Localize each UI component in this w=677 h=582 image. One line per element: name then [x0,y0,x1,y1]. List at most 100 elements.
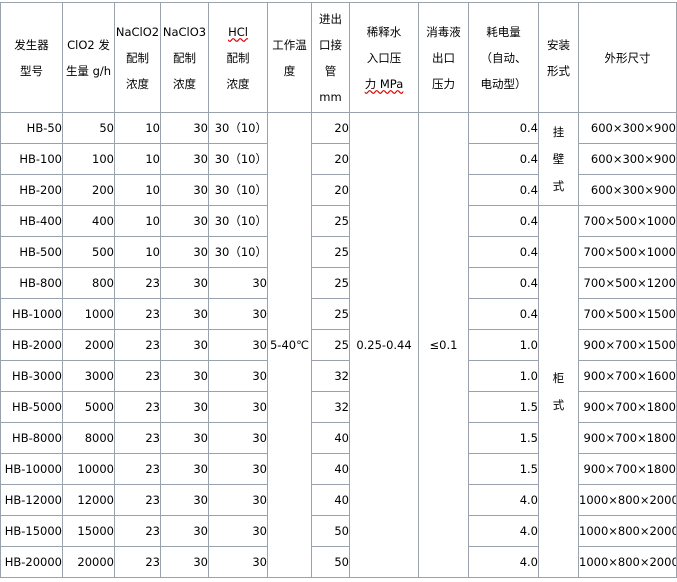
naclo2-cell-value: 10 [145,152,160,166]
inlet-cell: 25 [311,329,350,361]
naclo3-cell-value: 30 [193,462,208,476]
dims-cell-value: 900×700×1800 [583,462,676,476]
power-cell-value: 1.0 [519,338,538,352]
header-dims: 外形尺寸 [578,2,677,113]
dims-cell: 700×500×1000 [578,205,677,237]
install-wall-cell-char: 挂 [552,124,565,139]
naclo2-cell: 23 [114,422,161,454]
naclo3-cell: 30 [160,298,209,330]
inlet-cell: 25 [311,205,350,237]
output-cell: 3000 [62,360,115,392]
hcl-cell-value: 30（10） [214,183,267,197]
inlet-cell-value: 25 [334,214,349,228]
naclo2-cell: 10 [114,174,161,206]
model-cell-value: HB-10000 [4,462,62,476]
dims-cell: 1000×800×2000 [578,546,677,578]
naclo3-cell-value: 30 [193,307,208,321]
power-cell: 1.5 [468,422,539,454]
power-cell: 0.4 [468,205,539,237]
model-cell: HB-8000 [0,422,63,454]
header-power-line: 耗电量 [486,24,521,39]
inlet-cell-value: 50 [334,555,349,569]
hcl-cell: 30 [208,298,268,330]
hcl-cell: 30（10） [208,205,268,237]
model-cell-value: HB-400 [19,214,62,228]
hcl-cell: 30 [208,484,268,516]
power-cell-value: 0.4 [519,183,538,197]
header-output-line: 生量 g/h [65,63,112,78]
inlet-cell: 25 [311,236,350,268]
model-cell: HB-2000 [0,329,63,361]
model-cell-value: HB-12000 [4,493,62,507]
hcl-cell-value: 30 [252,431,267,445]
power-cell-value: 1.5 [519,462,538,476]
water-pressure-cell: 0.25-0.44 [349,112,419,578]
hcl-cell-value: 30 [252,555,267,569]
model-cell-value: HB-5000 [12,400,62,414]
inlet-cell: 40 [311,484,350,516]
output-cell: 20000 [62,546,115,578]
dims-cell-value: 600×300×900 [590,183,676,197]
header-water: 稀释水 入口压 力 MPa [349,2,419,113]
header-disinfect: 消毒液 出口 压力 [418,2,469,113]
model-cell-value: HB-3000 [12,369,62,383]
dims-cell-value: 600×300×900 [590,152,676,166]
hcl-cell: 30（10） [208,143,268,175]
hcl-cell: 30 [208,453,268,485]
header-naclo3-line: 浓度 [173,76,196,91]
dims-cell-value: 700×500×1000 [583,214,676,228]
naclo3-cell: 30 [160,546,209,578]
output-cell-value: 15000 [77,524,114,538]
output-cell: 100 [62,143,115,175]
header-model-line: 型号 [20,63,43,78]
header-install: 安装 形式 [538,2,579,113]
output-cell: 200 [62,174,115,206]
power-cell: 0.4 [468,267,539,299]
naclo2-cell: 23 [114,329,161,361]
install-cabinet-cell: 柜式 [538,205,579,578]
hcl-cell: 30 [208,267,268,299]
hcl-cell: 30 [208,515,268,547]
model-cell: HB-1000 [0,298,63,330]
naclo3-cell-value: 30 [193,493,208,507]
header-model: 发生器 型号 [0,2,63,113]
inlet-cell: 20 [311,174,350,206]
power-cell-value: 0.4 [519,276,538,290]
header-naclo2: NaClO2 配制 浓度 [114,2,161,113]
disinfect-pressure-cell-value: ≤0.1 [429,338,458,352]
header-naclo2-line: 浓度 [126,76,149,91]
output-cell: 2000 [62,329,115,361]
output-cell: 8000 [62,422,115,454]
hcl-cell-value: 30 [252,462,267,476]
output-cell-value: 12000 [77,493,114,507]
hcl-cell: 30 [208,546,268,578]
header-naclo2-line: NaClO2 [115,24,160,39]
model-cell: HB-10000 [0,453,63,485]
hcl-cell: 30 [208,422,268,454]
dims-cell-value: 1000×800×2000 [579,524,677,538]
naclo2-cell-value: 10 [145,183,160,197]
hcl-cell-value: 30 [252,276,267,290]
dims-cell: 900×700×1500 [578,329,677,361]
dims-cell: 700×500×1000 [578,236,677,268]
install-cabinet-cell-char: 式 [552,397,565,412]
dims-cell: 1000×800×2000 [578,484,677,516]
dims-cell-value: 1000×800×2000 [579,493,677,507]
header-model-line: 发生器 [14,37,49,52]
naclo3-cell-value: 30 [193,400,208,414]
output-cell-value: 8000 [84,431,114,445]
model-cell-value: HB-800 [19,276,62,290]
header-hcl-line: HCl [228,24,248,39]
hcl-cell-value: 30（10） [214,214,267,228]
naclo3-cell-value: 30 [193,431,208,445]
naclo3-cell: 30 [160,453,209,485]
power-cell: 0.4 [468,174,539,206]
naclo2-cell-value: 10 [145,121,160,135]
inlet-cell: 20 [311,143,350,175]
power-cell: 1.0 [468,360,539,392]
naclo3-cell: 30 [160,267,209,299]
dims-cell: 900×700×1800 [578,391,677,423]
naclo2-cell: 10 [114,205,161,237]
hcl-cell-value: 30（10） [214,121,267,135]
header-temp-line: 度 [283,63,296,78]
